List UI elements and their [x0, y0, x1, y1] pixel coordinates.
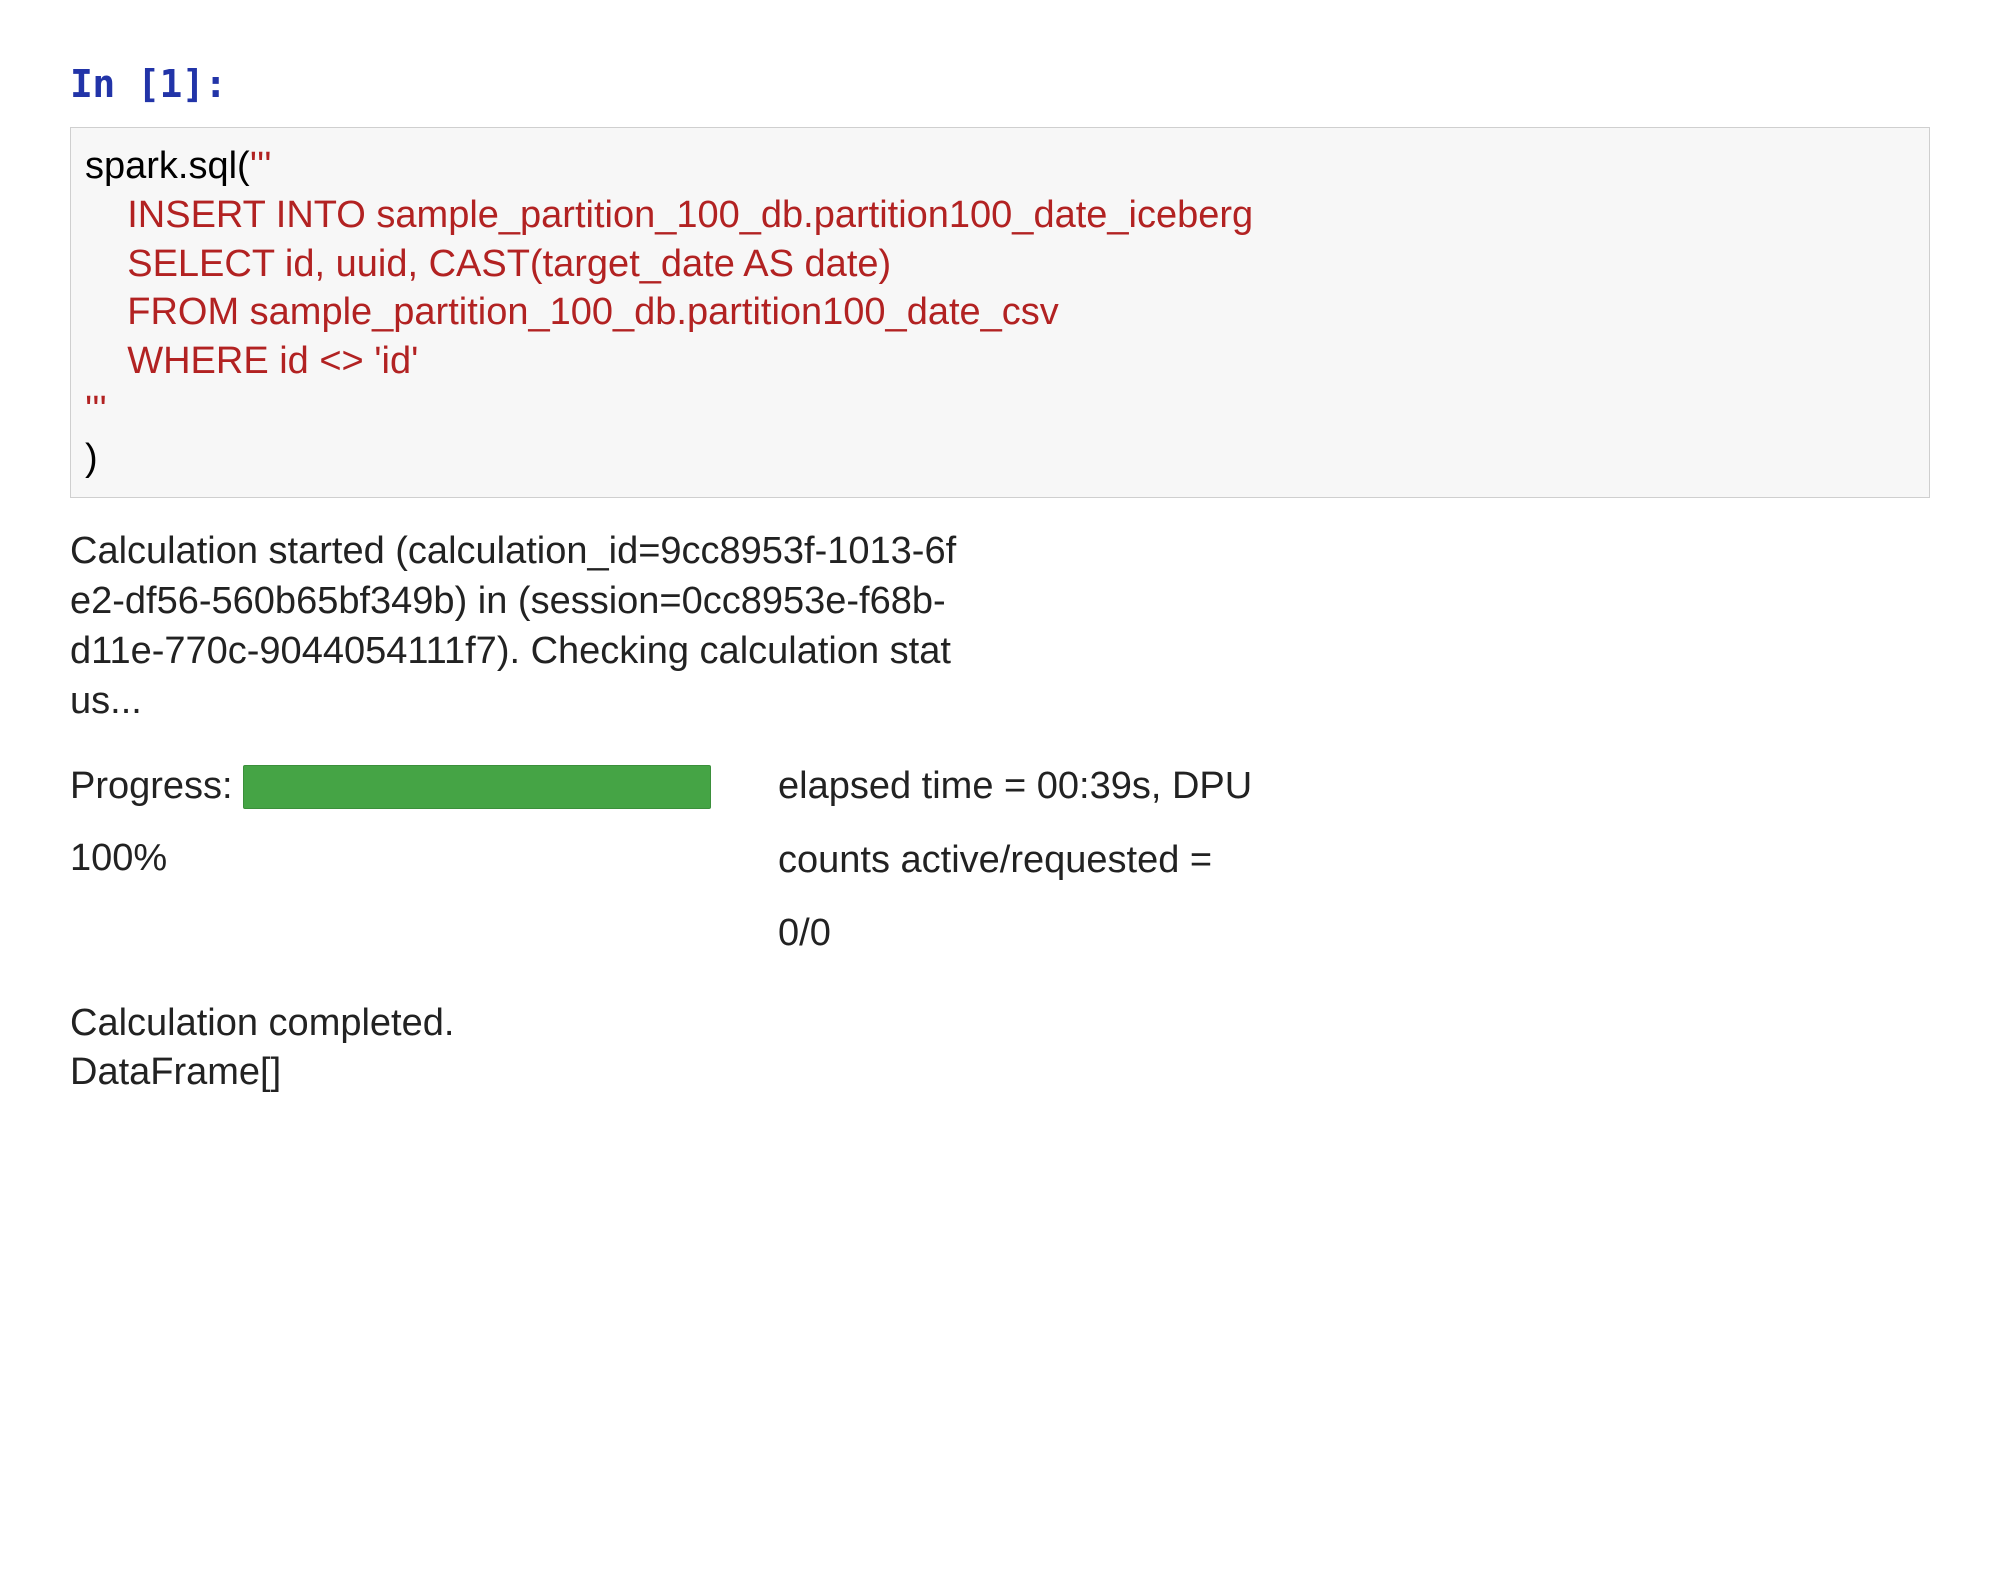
calculation-status-text: Calculation started (calculation_id=9cc8…: [70, 526, 1000, 727]
code-token-string: INSERT INTO sample_partition_100_db.part…: [85, 194, 1253, 236]
elapsed-time-text: elapsed time = 00:39s, DPU: [778, 762, 1252, 811]
progress-row: Progress: 100% elapsed time = 00:39s, DP…: [70, 762, 1930, 958]
code-input-cell[interactable]: spark.sql(''' INSERT INTO sample_partiti…: [70, 127, 1930, 497]
progress-bar: [243, 765, 711, 809]
code-token-string: ''': [250, 145, 272, 187]
code-token-string: FROM sample_partition_100_db.partition10…: [85, 291, 1059, 333]
status-line: us...: [70, 680, 142, 722]
status-line: d11e-770c-9044054111f7). Checking calcul…: [70, 630, 951, 672]
code-token-string: WHERE id <> 'id': [85, 340, 418, 382]
code-token-string: ''': [85, 389, 107, 431]
cell-prompt: In [1]:: [70, 60, 1930, 109]
status-line: Calculation started (calculation_id=9cc8…: [70, 530, 956, 572]
cell-output: Calculation started (calculation_id=9cc8…: [70, 526, 1930, 1098]
code-token-string: SELECT id, uuid, CAST(target_date AS dat…: [85, 243, 891, 285]
progress-label: Progress:: [70, 762, 233, 811]
dpu-counts-label: counts active/requested =: [778, 836, 1252, 885]
progress-percent: 100%: [70, 834, 770, 883]
dataframe-result: DataFrame[]: [70, 1048, 1930, 1097]
status-line: e2-df56-560b65bf349b) in (session=0cc895…: [70, 580, 946, 622]
calculation-completed-text: Calculation completed.: [70, 999, 1930, 1048]
dpu-counts-value: 0/0: [778, 909, 1252, 958]
code-token-call: spark.sql(: [85, 145, 250, 187]
code-token-call: ): [85, 437, 98, 479]
